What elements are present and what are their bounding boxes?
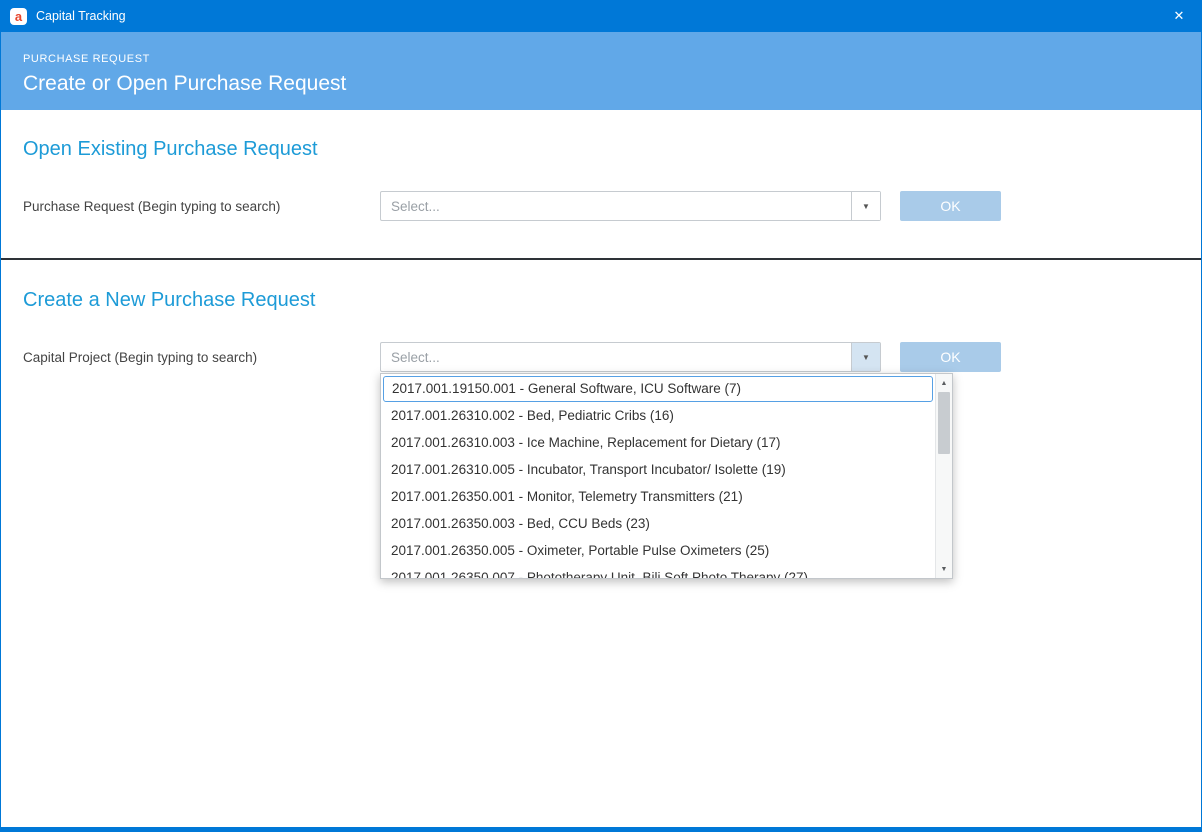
scrollbar-thumb[interactable]	[938, 392, 950, 454]
dropdown-item[interactable]: 2017.001.26310.003 - Ice Machine, Replac…	[381, 429, 935, 456]
scroll-down-icon[interactable]: ▼	[936, 561, 952, 577]
header-eyebrow: PURCHASE REQUEST	[23, 53, 1202, 65]
dropdown-scrollbar[interactable]: ▲ ▼	[935, 374, 952, 578]
section-divider	[0, 258, 1202, 260]
dropdown-item-list: 2017.001.19150.001 - General Software, I…	[381, 374, 935, 578]
page-header: PURCHASE REQUEST Create or Open Purchase…	[0, 32, 1202, 110]
purchase-request-label: Purchase Request (Begin typing to search…	[23, 199, 280, 214]
open-ok-button[interactable]: OK	[900, 191, 1001, 221]
titlebar: a Capital Tracking ✕	[0, 0, 1202, 32]
scroll-up-icon[interactable]: ▲	[936, 375, 952, 391]
open-existing-heading: Open Existing Purchase Request	[23, 138, 318, 161]
capital-project-dropdown: 2017.001.19150.001 - General Software, I…	[380, 373, 953, 579]
purchase-request-input[interactable]	[381, 192, 848, 220]
chevron-down-icon[interactable]: ▼	[851, 192, 880, 220]
capital-project-label: Capital Project (Begin typing to search)	[23, 350, 257, 365]
dropdown-item[interactable]: 2017.001.26310.002 - Bed, Pediatric Crib…	[381, 402, 935, 429]
app-logo-icon: a	[10, 8, 27, 25]
purchase-request-combobox[interactable]: ▼	[380, 191, 881, 221]
window-title: Capital Tracking	[36, 9, 126, 23]
dropdown-item[interactable]: 2017.001.26350.001 - Monitor, Telemetry …	[381, 483, 935, 510]
close-icon[interactable]: ✕	[1156, 0, 1202, 32]
dropdown-item[interactable]: 2017.001.19150.001 - General Software, I…	[383, 376, 933, 402]
dropdown-item[interactable]: 2017.001.26350.007 - Phototherapy Unit, …	[381, 564, 935, 578]
capital-project-input[interactable]	[381, 343, 848, 371]
dropdown-item[interactable]: 2017.001.26350.003 - Bed, CCU Beds (23)	[381, 510, 935, 537]
dropdown-item[interactable]: 2017.001.26310.005 - Incubator, Transpor…	[381, 456, 935, 483]
page-title: Create or Open Purchase Request	[23, 72, 1202, 96]
create-ok-button[interactable]: OK	[900, 342, 1001, 372]
capital-project-combobox[interactable]: ▼	[380, 342, 881, 372]
create-new-heading: Create a New Purchase Request	[23, 289, 315, 312]
chevron-down-icon[interactable]: ▼	[851, 343, 880, 371]
window-bottom-edge	[0, 827, 1202, 832]
dropdown-item[interactable]: 2017.001.26350.005 - Oximeter, Portable …	[381, 537, 935, 564]
